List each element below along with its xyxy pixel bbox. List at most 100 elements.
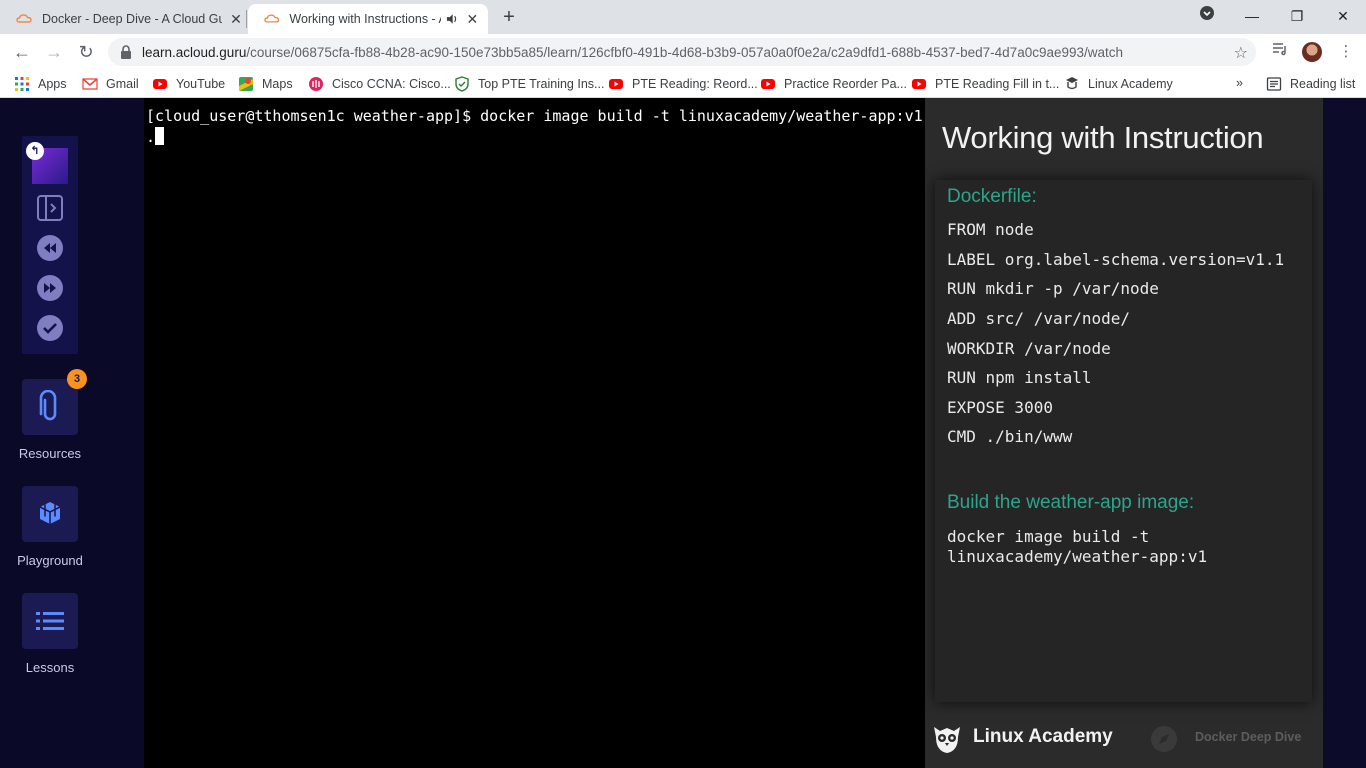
bookmark-youtube[interactable]: YouTube [152, 76, 225, 92]
youtube-icon [153, 79, 167, 89]
reading-list-label: Reading list [1290, 77, 1356, 91]
course-sidebar: ↰ 3 Resources Playground Lessons [0, 98, 144, 768]
bookmark-apps[interactable]: Apps [14, 76, 67, 92]
tab-separator [246, 10, 247, 28]
resources-count-badge: 3 [67, 369, 87, 389]
build-command-line: docker image build -t [947, 527, 1150, 546]
back-arrow-icon[interactable]: ↰ [26, 142, 44, 160]
bookmarks-more-button[interactable]: » [1236, 76, 1243, 90]
dockerfile-line: FROM node [947, 220, 1034, 239]
bookmark-pte-reading-fill[interactable]: PTE Reading Fill in t... [911, 76, 1059, 92]
bookmark-label: Linux Academy [1088, 77, 1173, 91]
expand-panel-icon[interactable] [36, 194, 64, 222]
dockerfile-line: RUN npm install [947, 368, 1092, 387]
terminal-cursor [155, 127, 165, 145]
reading-list-icon [1266, 77, 1282, 91]
bookmark-label: PTE Reading Fill in t... [935, 77, 1060, 91]
url-path: /course/06875cfa-fb88-4b28-ac90-150e73bb… [246, 44, 1124, 60]
bookmark-label: YouTube [176, 77, 226, 91]
profile-avatar[interactable] [1302, 42, 1322, 62]
dockerfile-line: CMD ./bin/www [947, 427, 1073, 446]
slide-content-card: Dockerfile: FROM node LABEL org.label-sc… [935, 180, 1312, 702]
bookmark-top-pte-training[interactable]: Top PTE Training Ins... [454, 76, 604, 92]
cisco-icon [309, 77, 323, 91]
playground-label[interactable]: Playground [0, 553, 100, 568]
browser-toolbar: ← → ↻ learn.acloud.guru/course/06875cfa-… [0, 34, 1366, 70]
bookmark-label: Apps [38, 77, 67, 91]
course-player-page: ↰ 3 Resources Playground Lessons [cloud_… [0, 98, 1366, 768]
tab-strip: Docker - Deep Dive - A Cloud Guru ✕ Work… [0, 0, 1366, 34]
dockerfile-line: EXPOSE 3000 [947, 398, 1053, 417]
terminal-continuation-line: . [146, 127, 925, 148]
paperclip-icon [39, 390, 57, 421]
terminal-dot: . [146, 128, 156, 146]
shield-logo-icon [455, 76, 469, 92]
bookmark-label: Practice Reorder Pa... [784, 77, 907, 91]
course-name-watermark: Docker Deep Dive [1195, 730, 1302, 744]
gmail-icon [82, 78, 98, 90]
terminal-video-area[interactable]: [cloud_user@tthomsen1c weather-app]$ doc… [144, 98, 925, 768]
media-control-icon[interactable] [1270, 42, 1290, 62]
resources-label[interactable]: Resources [0, 446, 100, 461]
reading-list-button[interactable]: Reading list [1266, 76, 1355, 92]
compass-icon [1151, 726, 1177, 752]
bookmark-star-icon[interactable]: ☆ [1234, 43, 1248, 63]
bookmark-label: Cisco CCNA: Cisco... [332, 77, 451, 91]
close-window-button[interactable]: ✕ [1331, 4, 1355, 28]
resources-button[interactable] [22, 379, 78, 435]
slide-footer: Linux Academy Docker Deep Dive [925, 710, 1323, 768]
rewind-icon[interactable] [36, 234, 64, 262]
youtube-icon [609, 79, 623, 89]
youtube-icon [912, 79, 926, 89]
dockerfile-line: RUN mkdir -p /var/node [947, 279, 1159, 298]
fast-forward-icon[interactable] [36, 274, 64, 302]
audio-playing-icon[interactable] [445, 12, 458, 26]
lessons-label[interactable]: Lessons [0, 660, 100, 675]
more-menu-icon[interactable]: ⋮ [1336, 42, 1356, 62]
acloudguru-favicon-icon [264, 14, 280, 23]
address-bar[interactable]: learn.acloud.guru/course/06875cfa-fb88-4… [108, 38, 1256, 66]
bookmark-maps[interactable]: Maps [238, 76, 293, 92]
new-tab-button[interactable]: + [500, 7, 518, 27]
build-command-line: linuxacademy/weather-app:v1 [947, 547, 1208, 566]
forward-button[interactable]: → [42, 40, 66, 64]
dockerfile-line: ADD src/ /var/node/ [947, 309, 1131, 328]
slide-title: Working with Instruction [942, 120, 1264, 155]
bookmark-practice-reorder[interactable]: Practice Reorder Pa... [760, 76, 907, 92]
tab-working-with-instructions[interactable]: Working with Instructions - A Cloud Guru… [248, 4, 488, 34]
bookmark-label: Top PTE Training Ins... [478, 77, 605, 91]
linux-academy-icon [1066, 77, 1078, 90]
youtube-icon [761, 79, 775, 89]
linux-academy-owl-icon [934, 727, 960, 753]
mark-complete-icon[interactable] [36, 314, 64, 342]
playground-button[interactable] [22, 486, 78, 542]
terminal-command-line: [cloud_user@tthomsen1c weather-app]$ doc… [146, 107, 923, 125]
page-right-margin [1323, 98, 1366, 768]
bookmark-label: Gmail [106, 77, 139, 91]
close-tab-icon[interactable]: ✕ [228, 11, 244, 27]
back-button[interactable]: ← [10, 40, 34, 64]
more-bookmarks-label: » [1236, 76, 1243, 90]
maximize-window-button[interactable]: ❐ [1285, 4, 1309, 28]
dockerfile-heading: Dockerfile: [947, 186, 1037, 207]
tab-title: Docker - Deep Dive - A Cloud Guru [42, 12, 222, 26]
tab-title: Working with Instructions - A Cloud Guru [289, 12, 441, 26]
bookmark-linux-academy[interactable]: Linux Academy [1064, 76, 1173, 92]
bookmark-cisco-ccna[interactable]: Cisco CCNA: Cisco... [308, 76, 451, 92]
bookmark-gmail[interactable]: Gmail [82, 76, 139, 92]
bookmark-label: PTE Reading: Reord... [632, 77, 758, 91]
dockerfile-line: WORKDIR /var/node [947, 339, 1111, 358]
bookmarks-bar: Apps Gmail YouTube Maps Cisco CCNA: Cisc… [0, 70, 1366, 98]
maps-icon [239, 77, 253, 91]
build-heading: Build the weather-app image: [947, 492, 1195, 513]
tab-docker-deep-dive[interactable]: Docker - Deep Dive - A Cloud Guru ✕ [0, 4, 252, 34]
minimize-window-button[interactable]: — [1240, 4, 1264, 28]
close-tab-icon[interactable]: ✕ [465, 11, 480, 27]
bookmark-pte-reading-reorder[interactable]: PTE Reading: Reord... [608, 76, 758, 92]
apps-grid-icon [15, 77, 29, 91]
reload-button[interactable]: ↻ [74, 40, 98, 64]
lessons-button[interactable] [22, 593, 78, 649]
cubes-icon [39, 502, 61, 524]
url-host: learn.acloud.guru [142, 44, 247, 60]
tab-search-icon[interactable] [1195, 4, 1219, 28]
